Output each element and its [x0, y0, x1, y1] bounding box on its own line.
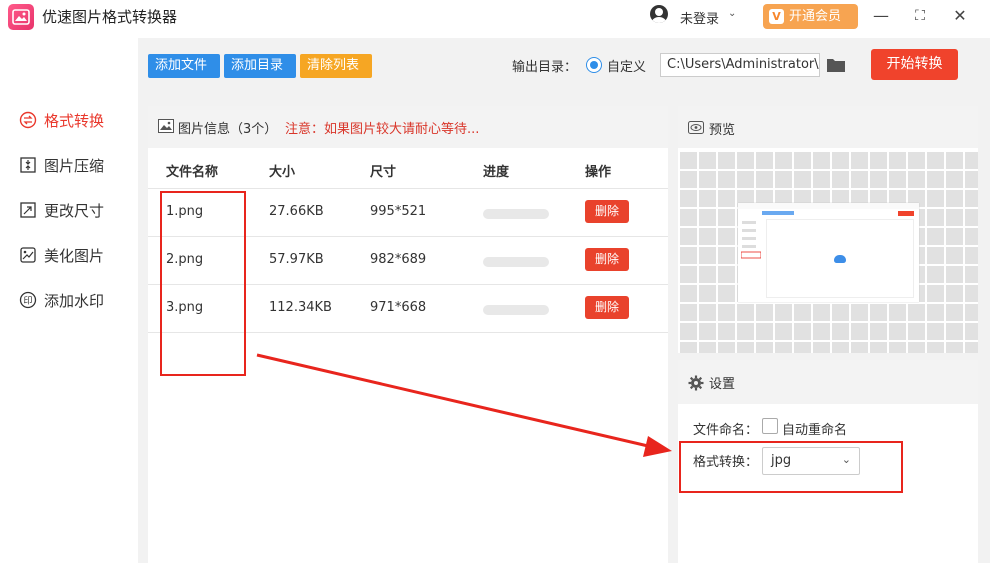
annotation-arrow [256, 353, 672, 457]
